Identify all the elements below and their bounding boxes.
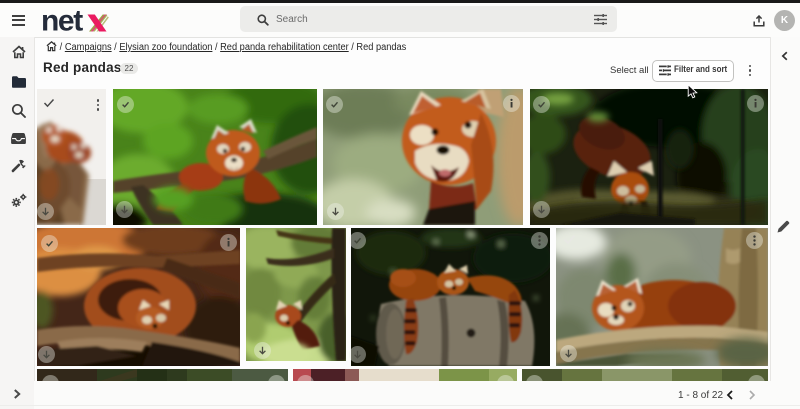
svg-text:net: net: [42, 6, 83, 34]
